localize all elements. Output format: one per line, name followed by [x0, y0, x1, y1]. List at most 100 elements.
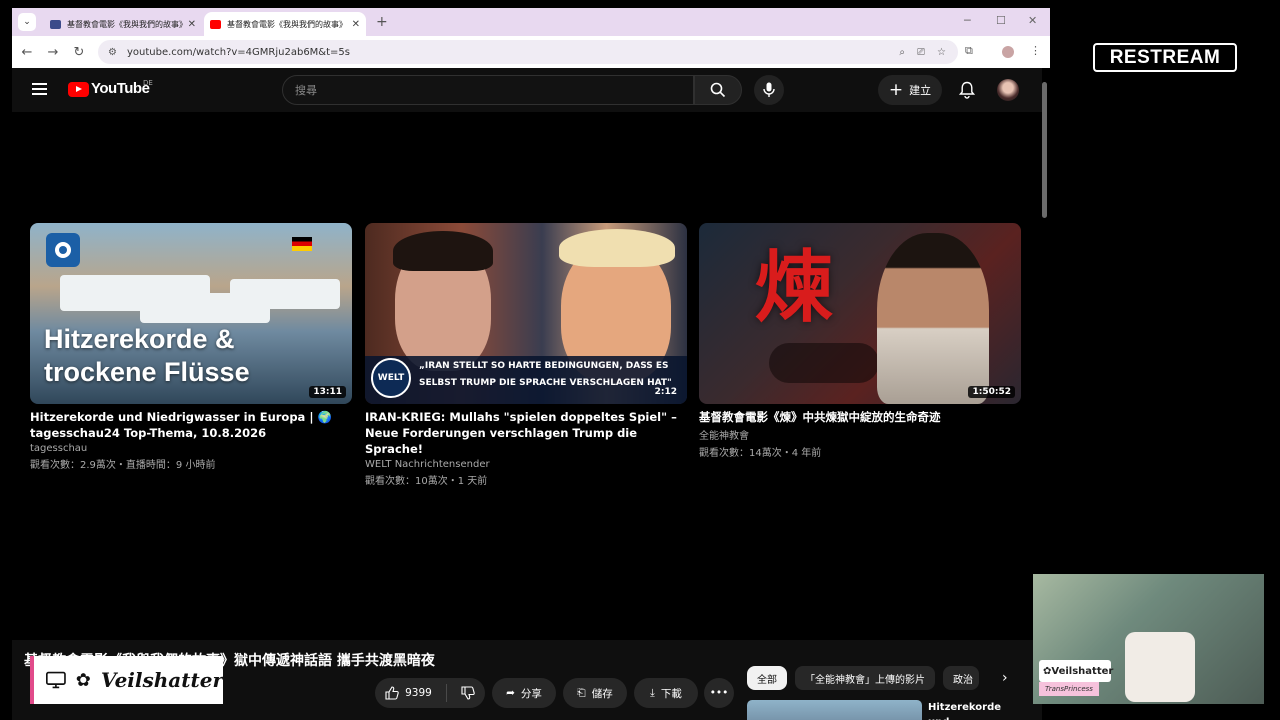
- boat-shape: [230, 279, 340, 309]
- tab-active[interactable]: 基督教會電影《我與我們的故事》 ✕: [204, 12, 366, 36]
- thumbs-down-icon[interactable]: [461, 686, 475, 700]
- tab-inactive[interactable]: 基督教會電影《我與我們的故事》 ✕: [44, 12, 202, 36]
- thumbs-up-icon[interactable]: [385, 686, 399, 700]
- bell-icon: [959, 81, 975, 99]
- close-icon[interactable]: ✕: [352, 19, 360, 30]
- channel-name[interactable]: WELT Nachrichtensender: [365, 459, 687, 470]
- channel-name[interactable]: 全能神教會: [699, 427, 1021, 442]
- save-label: 儲存: [591, 687, 613, 700]
- tagesschau-logo: [46, 233, 80, 267]
- maximize-icon[interactable]: ☐: [996, 14, 1006, 27]
- video-meta: 觀看次數：14萬次・4 年前: [699, 448, 822, 459]
- more-menu-icon[interactable]: ⋮: [1030, 44, 1041, 57]
- chevron-right-icon[interactable]: ›: [1002, 670, 1008, 686]
- video-card[interactable]: WELT „IRAN STELLT SO HARTE BEDINGUNGEN, …: [365, 223, 687, 487]
- recommended-thumbnail[interactable]: [747, 700, 922, 720]
- search-input[interactable]: 搜尋: [282, 75, 694, 105]
- youtube-page: YouTube DE 搜尋 + 建立 Hitzerekorde & trocke…: [12, 68, 1050, 720]
- download-button[interactable]: ⤓ 下載: [634, 678, 698, 708]
- chip-all[interactable]: 全部: [747, 666, 787, 690]
- reload-icon[interactable]: ↻: [68, 45, 90, 60]
- more-horizontal-icon: •••: [709, 687, 729, 699]
- video-title[interactable]: IRAN-KRIEG: Mullahs "spielen doppeltes S…: [365, 409, 687, 457]
- download-icon: ⤓: [650, 686, 655, 699]
- tab-search-button[interactable]: ⌄: [18, 13, 36, 31]
- page-scrollbar[interactable]: [1042, 82, 1047, 218]
- thumbnail-quote: „IRAN STELLT SO HARTE BEDINGUNGEN, DASS …: [419, 358, 672, 392]
- person-shape: [393, 231, 493, 271]
- youtube-logo-text[interactable]: YouTube: [91, 80, 150, 97]
- back-icon[interactable]: ←: [16, 45, 38, 60]
- share-icon: ➦: [506, 687, 515, 699]
- minimize-icon[interactable]: ─: [964, 14, 971, 27]
- like-dislike-group[interactable]: 9399: [375, 678, 485, 708]
- share-button[interactable]: ➦ 分享: [492, 678, 556, 708]
- streamer-name: Veilshatter: [100, 668, 223, 692]
- region-code: DE: [143, 79, 153, 87]
- thumbnail-line: „IRAN STELLT SO HARTE BEDINGUNGEN, DASS …: [419, 361, 669, 371]
- new-tab-button[interactable]: +: [376, 14, 388, 30]
- tab-title: 基督教會電影《我與我們的故事》: [67, 19, 184, 29]
- duration-badge: 1:50:52: [968, 386, 1015, 398]
- download-label: 下載: [660, 687, 682, 700]
- divider: [445, 684, 447, 702]
- recommended-video[interactable]: Hitzerekorde und Niedrigwasser in: [747, 698, 1021, 720]
- cam-subtitle-tag: TransPrincess: [1039, 682, 1099, 696]
- plus-icon: +: [888, 79, 904, 100]
- filter-chips: 全部 「全能神教會」上傳的影片 政治: [747, 666, 979, 690]
- bookmark-icon: ⎗: [577, 686, 586, 699]
- video-thumbnail[interactable]: 煉 1:50:52: [699, 223, 1021, 404]
- video-thumbnail[interactable]: Hitzerekorde & trockene Flüsse 13:11: [30, 223, 352, 404]
- account-avatar[interactable]: [997, 79, 1019, 101]
- window-close-icon[interactable]: ✕: [1028, 14, 1037, 27]
- tab-favicon: [50, 19, 61, 29]
- thumbnail-line: SELBST TRUMP DIE SPRACHE VERSCHLAGEN HAT…: [419, 378, 672, 388]
- zoom-icon[interactable]: ⌕: [899, 47, 905, 58]
- channel-name[interactable]: tagesschau: [30, 443, 352, 454]
- youtube-masthead: YouTube DE 搜尋 + 建立: [12, 68, 1042, 112]
- chip-channel-uploads[interactable]: 「全能神教會」上傳的影片: [795, 666, 935, 690]
- notifications-button[interactable]: [954, 77, 980, 103]
- site-info-icon[interactable]: ⚙: [108, 47, 117, 58]
- search-button[interactable]: [694, 75, 742, 105]
- duration-badge: 2:12: [654, 387, 677, 397]
- url-text: youtube.com/watch?v=4GMRju2ab6M&t=5s: [126, 46, 350, 58]
- video-card[interactable]: Hitzerekorde & trockene Flüsse 13:11 Hit…: [30, 223, 352, 471]
- video-card[interactable]: 煉 1:50:52 基督教會電影《煉》中共煉獄中綻放的生命奇迹 全能神教會 觀看…: [699, 223, 1021, 459]
- person-shape: [559, 229, 675, 267]
- cam-name-tag: ✿ Veilshatter: [1039, 660, 1114, 682]
- tab-title: 基督教會電影《我與我們的故事》: [227, 19, 347, 29]
- screen: ⌄ 基督教會電影《我與我們的故事》 ✕ 基督教會電影《我與我們的故事》 ✕ + …: [0, 0, 1280, 720]
- url-field[interactable]: ⚙ youtube.com/watch?v=4GMRju2ab6M&t=5s ⌕…: [98, 40, 958, 64]
- voice-search-button[interactable]: [754, 75, 784, 105]
- restream-logo: RESTREAM: [1093, 43, 1237, 72]
- microphone-icon: [763, 82, 775, 97]
- browser-window: ⌄ 基督教會電影《我與我們的故事》 ✕ 基督教會電影《我與我們的故事》 ✕ + …: [12, 8, 1050, 720]
- save-button[interactable]: ⎗ 儲存: [563, 678, 627, 708]
- streamer-banner: ✿ Veilshatter: [30, 656, 223, 704]
- menu-icon[interactable]: [32, 83, 47, 95]
- close-icon[interactable]: ✕: [188, 19, 196, 30]
- video-thumbnail[interactable]: WELT „IRAN STELLT SO HARTE BEDINGUNGEN, …: [365, 223, 687, 404]
- extensions-icon[interactable]: ⧉: [965, 44, 973, 58]
- youtube-logo-icon[interactable]: [68, 82, 89, 97]
- create-button[interactable]: + 建立: [878, 75, 942, 105]
- chip-politics[interactable]: 政治: [943, 666, 979, 690]
- forward-icon[interactable]: →: [42, 45, 64, 60]
- create-label: 建立: [909, 84, 932, 97]
- video-meta: 觀看次數：10萬次・1 天前: [365, 476, 488, 487]
- video-title[interactable]: 基督教會電影《煉》中共煉獄中綻放的生命奇迹: [699, 409, 1021, 425]
- cam-name: Veilshatter: [1051, 665, 1114, 677]
- thumbnail-headline: Hitzerekorde & trockene Flüsse: [44, 323, 250, 389]
- thumbnail-glyph: 煉: [755, 242, 834, 333]
- bookmark-star-icon[interactable]: ☆: [937, 47, 946, 58]
- video-title[interactable]: Hitzerekorde und Niedrigwasser in Europa…: [30, 409, 352, 441]
- search-icon: [710, 82, 726, 98]
- cast-icon[interactable]: ⎚: [917, 47, 925, 58]
- more-actions-button[interactable]: •••: [704, 678, 734, 708]
- profile-avatar[interactable]: [1002, 46, 1014, 58]
- recommended-title[interactable]: Hitzerekorde und Niedrigwasser in: [928, 700, 1023, 720]
- video-meta: 觀看次數：2.9萬次・直播時間：9 小時前: [30, 460, 216, 471]
- search-placeholder: 搜尋: [295, 84, 317, 97]
- person-shape: [877, 233, 989, 404]
